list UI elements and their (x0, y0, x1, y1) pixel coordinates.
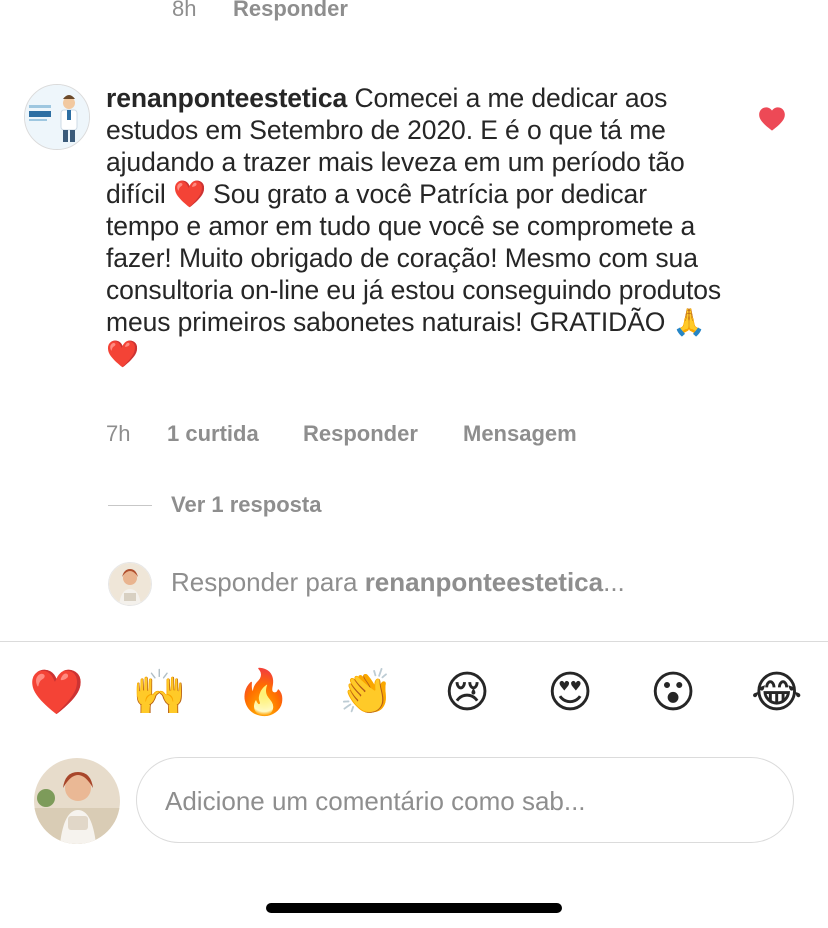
replying-to-prefix: Responder para (171, 567, 365, 597)
comment-body: renanponteestetica Comecei a me dedicar … (106, 82, 722, 370)
current-user-avatar-small (108, 562, 152, 606)
comment-likes-count[interactable]: 1 curtida (167, 421, 259, 447)
home-indicator[interactable] (266, 903, 562, 913)
emoji-quick-bar: ❤️ 🙌 🔥 👏 😢 😍 😮 😂 (0, 668, 828, 724)
heart-emoji-2: ❤️ (106, 339, 139, 369)
comment-input[interactable] (163, 780, 767, 822)
commenter-avatar-image (25, 85, 89, 149)
previous-comment-time: 8h (172, 0, 197, 21)
surprised-face-emoji-button[interactable]: 😮 (648, 668, 698, 718)
current-user-avatar (34, 758, 120, 844)
heart-emoji-button[interactable]: ❤️ (29, 668, 84, 718)
comment-reply-button[interactable]: Responder (303, 421, 418, 447)
replying-to-username: renanponteestetica (364, 567, 604, 597)
comment-username[interactable]: renanponteestetica (106, 83, 347, 113)
replying-to-suffix: ... (603, 567, 625, 597)
heart-emoji: ❤️ (172, 179, 206, 209)
comment-like-heart-icon[interactable] (758, 106, 786, 132)
raising-hands-emoji-button[interactable]: 🙌 (132, 668, 187, 718)
divider (0, 641, 828, 642)
comment-composer[interactable] (136, 757, 794, 843)
previous-reply-button[interactable]: Responder (233, 0, 348, 22)
fire-emoji-button[interactable]: 🔥 (236, 668, 291, 718)
pray-emoji: 🙏 (672, 307, 706, 337)
commenter-avatar[interactable] (24, 84, 90, 150)
comment-message-button[interactable]: Mensagem (463, 421, 577, 447)
laughing-face-emoji-button[interactable]: 😂 (751, 668, 802, 718)
comment-time: 7h (106, 421, 131, 446)
view-replies-button[interactable]: Ver 1 resposta (171, 492, 321, 518)
crying-face-emoji-button[interactable]: 😢 (442, 668, 492, 718)
thread-line (108, 505, 152, 506)
replying-to-label: Responder para renanponteestetica... (171, 567, 625, 598)
clapping-hands-emoji-button[interactable]: 👏 (339, 668, 394, 718)
heart-eyes-emoji-button[interactable]: 😍 (545, 668, 595, 718)
